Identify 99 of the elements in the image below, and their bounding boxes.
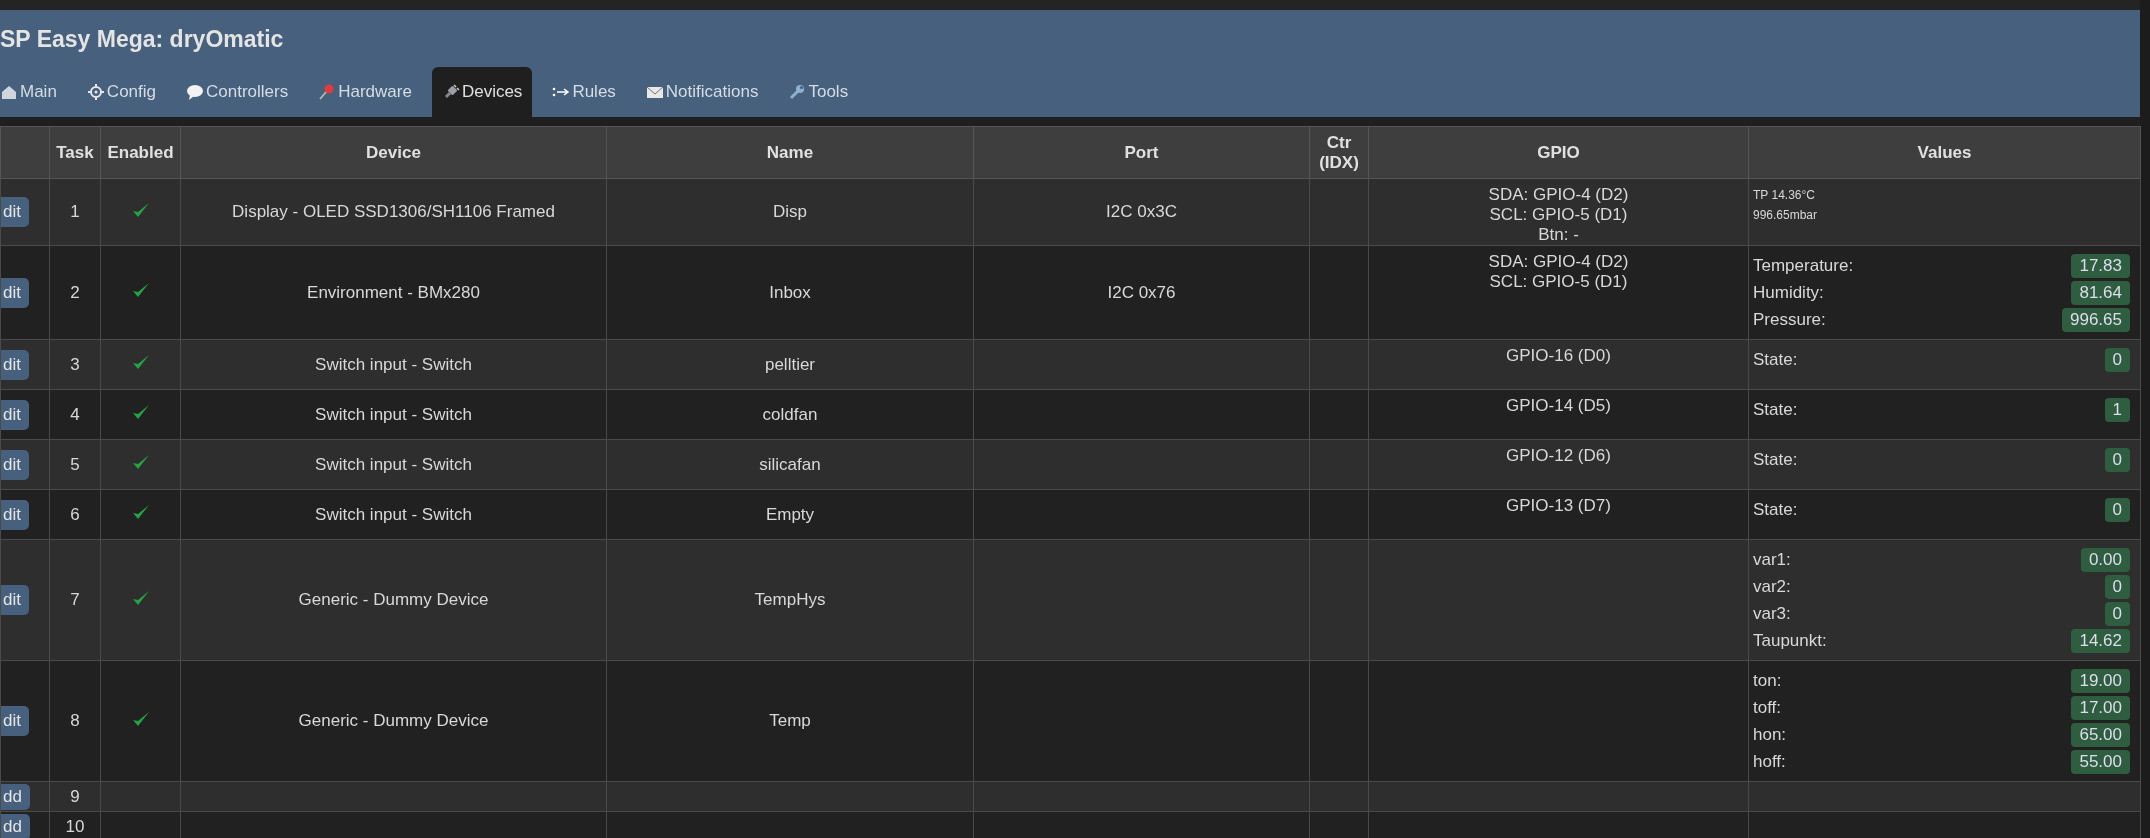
wrench-icon	[788, 83, 807, 101]
column-header: Task	[49, 126, 101, 179]
column-header: Values	[1748, 126, 2141, 179]
nav-tab[interactable]: Controllers	[176, 67, 299, 117]
reading-value: 65.00	[2071, 722, 2130, 747]
edit-button[interactable]: dit	[1, 585, 29, 615]
table-cell: 3	[49, 339, 101, 390]
nav-tab[interactable]: Tools	[778, 67, 859, 117]
reading-value: 17.83	[2071, 253, 2130, 278]
column-header: Port	[973, 126, 1310, 179]
nav-tab[interactable]: Config	[76, 67, 166, 117]
gpio-text: Btn: -	[1537, 225, 1580, 245]
table-cell: 5	[49, 439, 101, 490]
table-cell: Switch input - Switch	[180, 339, 607, 390]
column-header: Ctr (IDX)	[1309, 126, 1369, 179]
gear-icon	[86, 83, 105, 101]
reading-label: hon:	[1753, 724, 1787, 745]
speech-bubble-icon	[186, 83, 204, 101]
table-cell: 9	[49, 781, 101, 812]
reading-label: Temperature:	[1753, 255, 1854, 276]
column-header: GPIO	[1368, 126, 1749, 179]
reading-label: State:	[1753, 399, 1798, 420]
table-cell: coldfan	[606, 389, 974, 440]
column-header: Name	[606, 126, 974, 179]
reading-label: Taupunkt:	[1753, 630, 1827, 651]
table-cell: silicafan	[606, 439, 974, 490]
table-cell: 1	[49, 178, 101, 246]
gpio-text: SCL: GPIO-5 (D1)	[1488, 205, 1629, 225]
nav-tab[interactable]: Hardware	[308, 67, 422, 117]
reading-label: State:	[1753, 499, 1798, 520]
gpio-text: GPIO-16 (D0)	[1505, 346, 1612, 366]
table-cell: pelltier	[606, 339, 974, 390]
table-cell: 8	[49, 660, 101, 782]
edit-button[interactable]: dit	[1, 399, 29, 430]
reading-label: Humidity:	[1753, 282, 1824, 303]
table-cell: Switch input - Switch	[180, 389, 607, 440]
table-cell: Switch input - Switch	[180, 489, 607, 540]
reading-value: 1	[2104, 397, 2130, 422]
add-button[interactable]: dd	[1, 813, 30, 838]
table-cell: TempHys	[606, 539, 974, 661]
table-cell: Switch input - Switch	[180, 439, 607, 490]
edit-button[interactable]: dit	[1, 277, 29, 308]
house-icon	[0, 83, 18, 101]
reading-value: 996.65	[2062, 307, 2130, 332]
gpio-text: SDA: GPIO-4 (D2)	[1487, 252, 1630, 272]
reading-label: State:	[1753, 449, 1798, 470]
reading-label: State:	[1753, 349, 1798, 370]
value-text: TP 14.36°C	[1753, 187, 1816, 204]
gpio-text: SDA: GPIO-4 (D2)	[1487, 185, 1630, 205]
reading-value: 0	[2104, 447, 2130, 472]
edit-button[interactable]: dit	[1, 706, 29, 736]
table-cell: Generic - Dummy Device	[180, 539, 607, 661]
reading-label: var3:	[1753, 603, 1791, 624]
reading-label: hoff:	[1753, 751, 1786, 772]
table-cell: Disp	[606, 178, 974, 246]
table-cell: 6	[49, 489, 101, 540]
page-title: SP Easy Mega: dryOmatic	[0, 25, 284, 53]
reading-value: 0	[2104, 347, 2130, 372]
reading-value: 19.00	[2071, 668, 2130, 693]
edit-button[interactable]: dit	[1, 197, 29, 227]
nav-tab[interactable]: Rules	[542, 67, 626, 117]
reading-label: ton:	[1753, 670, 1782, 691]
gpio-text: SCL: GPIO-5 (D1)	[1488, 272, 1629, 292]
nav-tab[interactable]: Main	[0, 67, 67, 117]
edit-button[interactable]: dit	[1, 499, 29, 530]
table-cell: 7	[49, 539, 101, 661]
table-cell: Empty	[606, 489, 974, 540]
column-header: Enabled	[100, 126, 181, 179]
reading-value: 14.62	[2071, 628, 2130, 653]
reading-label: var2:	[1753, 576, 1791, 597]
table-cell: Inbox	[606, 245, 974, 340]
table-cell: Generic - Dummy Device	[180, 660, 607, 782]
table-cell: I2C 0x3C	[973, 178, 1310, 246]
reading-value: 81.64	[2071, 280, 2130, 305]
reading-label: toff:	[1753, 697, 1782, 718]
table-cell: Environment - BMx280	[180, 245, 607, 340]
nav-tab[interactable]: Notifications	[635, 67, 769, 117]
edit-button[interactable]: dit	[1, 449, 29, 480]
add-button[interactable]: dd	[1, 783, 30, 810]
reading-value: 0	[2104, 497, 2130, 522]
reading-value: 0	[2104, 574, 2130, 599]
gpio-text: GPIO-13 (D7)	[1505, 496, 1612, 516]
reading-value: 0	[2104, 601, 2130, 626]
value-text: 996.65mbar	[1753, 207, 1819, 224]
edit-button[interactable]: dit	[1, 349, 29, 380]
gpio-text: GPIO-14 (D5)	[1505, 396, 1612, 416]
reading-value: 17.00	[2071, 695, 2130, 720]
table-cell: Display - OLED SSD1306/SH1106 Framed	[180, 178, 607, 246]
table-cell: 4	[49, 389, 101, 440]
reading-value: 55.00	[2071, 749, 2130, 774]
table-cell: Temp	[606, 660, 974, 782]
table-cell: I2C 0x76	[973, 245, 1310, 340]
gpio-text: GPIO-12 (D6)	[1505, 446, 1612, 466]
reading-label: Pressure:	[1753, 309, 1826, 330]
reading-label: var1:	[1753, 549, 1791, 570]
column-header: Device	[180, 126, 607, 179]
nav-tab[interactable]: Devices	[431, 67, 533, 117]
reading-value: 0.00	[2080, 547, 2130, 572]
table-cell: 2	[49, 245, 101, 340]
